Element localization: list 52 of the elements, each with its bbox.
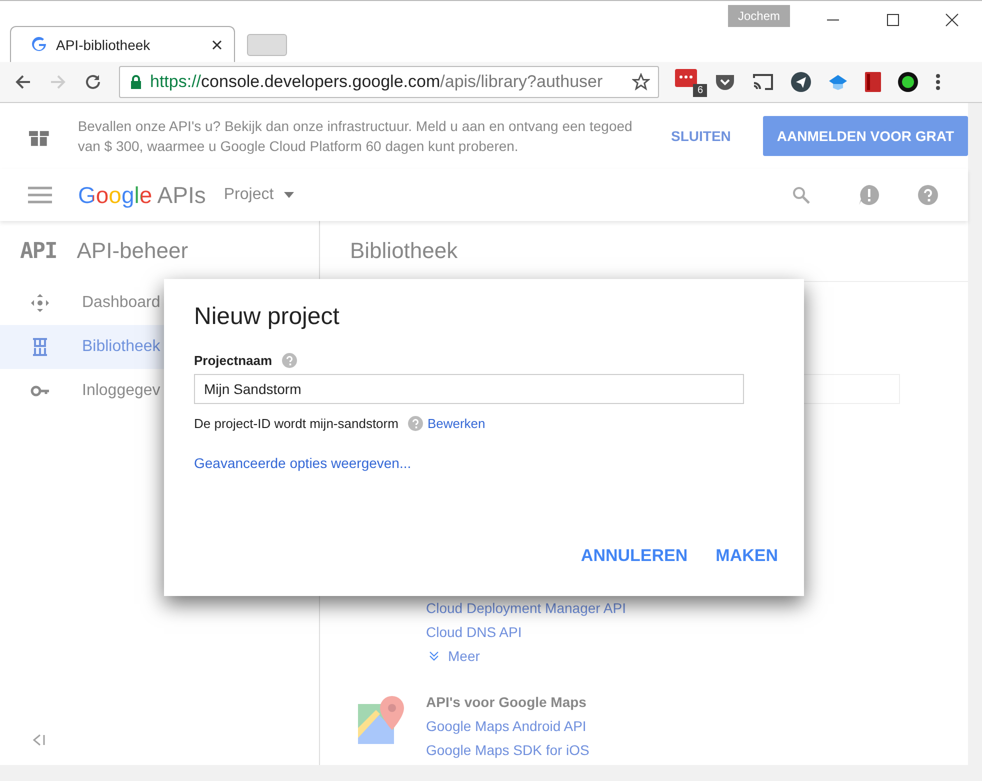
help-icon[interactable] — [408, 416, 424, 431]
api-link[interactable]: Cloud Deployment Manager API — [426, 600, 626, 616]
project-id-note: De project-ID wordt mijn-sandstorm — [194, 416, 398, 431]
project-name-field[interactable]: Mijn Sandstorm — [194, 374, 744, 404]
library-icon — [30, 337, 50, 357]
move-arrows-icon — [30, 293, 50, 313]
menu-icon[interactable] — [935, 73, 941, 91]
feedback-icon[interactable] — [858, 184, 880, 206]
profile-name[interactable]: Jochem — [728, 5, 790, 27]
close-icon[interactable] — [212, 40, 222, 50]
field-label: Projectnaam — [194, 353, 272, 368]
api-link[interactable]: Google Maps SDK for iOS — [426, 742, 590, 758]
help-icon[interactable] — [282, 353, 298, 368]
create-button[interactable]: MAKEN — [708, 540, 786, 572]
close-icon[interactable] — [945, 13, 959, 27]
banner-text: Bevallen onze API's u? Bekijk dan onze infrastructuur. Meld u aan en ontvang een tegoed van $ 300, waarmee u Google Cloud Platform 60 dagen kunt proberen. — [78, 117, 634, 156]
book-icon[interactable] — [865, 72, 881, 92]
google-g-icon — [31, 36, 47, 52]
help-icon[interactable] — [918, 185, 938, 205]
edit-link[interactable]: Bewerken — [427, 416, 486, 431]
lock-icon — [130, 75, 142, 89]
search-icon[interactable] — [792, 186, 810, 204]
cancel-button[interactable]: ANNULEREN — [572, 540, 696, 572]
api-logo: API — [20, 238, 57, 264]
notification-count: 6 — [693, 84, 707, 97]
collapse-sidebar-icon[interactable] — [32, 733, 46, 747]
vertical-scrollbar[interactable] — [968, 103, 982, 781]
maximize-icon[interactable] — [886, 13, 900, 27]
sidebar-title: API-beheer — [76, 238, 188, 264]
api-link[interactable]: Cloud DNS API — [426, 624, 626, 640]
more-link[interactable]: Meer — [426, 648, 626, 664]
advanced-options-link[interactable]: Geavanceerde opties weergeven... — [194, 455, 774, 471]
graduation-cap-icon[interactable] — [828, 73, 848, 91]
status-light-icon[interactable] — [898, 72, 918, 92]
star-icon[interactable] — [632, 73, 650, 91]
caret-icon — [284, 192, 294, 198]
browser-tab[interactable]: API-bibliotheek — [10, 26, 235, 62]
url-text: https://console.developers.google.com/apis/library?authuser — [150, 72, 604, 92]
double-chevron-icon — [428, 650, 440, 662]
project-dropdown[interactable]: Project — [224, 182, 294, 208]
horizontal-scrollbar[interactable] — [0, 765, 968, 781]
reload-icon[interactable] — [84, 73, 102, 91]
address-bar[interactable]: https://console.developers.google.com/apis/library?authuser — [119, 66, 659, 98]
section-title: API's voor Google Maps — [426, 694, 588, 710]
signup-button[interactable]: AANMELDEN VOOR GRAT — [762, 116, 968, 156]
cast-icon[interactable] — [752, 73, 774, 91]
close-banner-button[interactable]: SLUITEN — [671, 120, 731, 152]
tab-title: API-bibliotheek — [56, 36, 152, 52]
back-arrow-icon[interactable] — [14, 73, 32, 91]
api-link[interactable]: Google Maps Android API — [426, 718, 590, 734]
paper-plane-icon[interactable] — [791, 72, 811, 92]
pocket-icon[interactable] — [715, 73, 735, 91]
